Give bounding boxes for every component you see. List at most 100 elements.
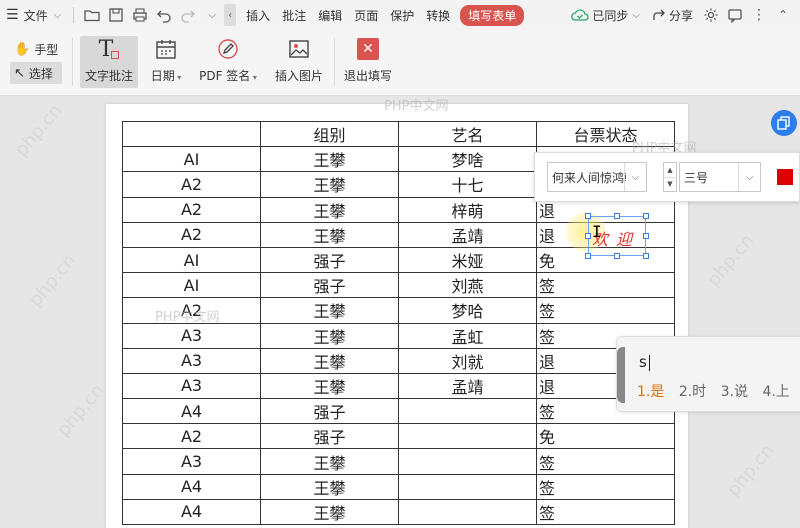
tab-annotate[interactable]: 批注 [276, 0, 312, 30]
group-code-cell[interactable]: A2 [122, 171, 261, 198]
stage-name-cell[interactable]: 十七 [398, 171, 537, 198]
floating-toolbox-button[interactable] [771, 110, 797, 136]
group-code-cell[interactable]: AI [122, 246, 261, 274]
hand-tool-button[interactable]: ✋ 手型 [10, 38, 62, 60]
group-cell[interactable]: 强子 [260, 423, 399, 450]
tab-protect[interactable]: 保护 [384, 0, 420, 30]
save-button[interactable] [105, 4, 127, 26]
file-menu-label: 文件 [23, 8, 48, 23]
font-size-select[interactable]: 三号 ⌵ [679, 162, 761, 192]
ime-candidate[interactable]: 3.说 [721, 384, 748, 400]
group-code-cell[interactable]: AI [122, 272, 261, 299]
collapse-button[interactable]: ‹ [224, 4, 237, 26]
ticket-status-cell[interactable]: 签 [536, 448, 675, 475]
resize-handle[interactable] [585, 233, 591, 239]
resize-handle[interactable] [643, 253, 649, 259]
group-cell[interactable]: 强子 [260, 246, 399, 274]
group-code-cell[interactable]: A3 [122, 347, 261, 374]
group-cell[interactable]: 王攀 [260, 171, 399, 198]
group-cell[interactable]: 王攀 [260, 473, 399, 500]
stage-name-cell[interactable] [398, 498, 537, 526]
pdf-sign-button[interactable]: PDF 签名 ▾ [196, 36, 260, 88]
group-cell[interactable]: 王攀 [260, 297, 399, 324]
tab-edit[interactable]: 编辑 [312, 0, 348, 30]
triangle-up-icon[interactable]: ▲ [664, 163, 676, 178]
group-code-cell[interactable]: A4 [122, 498, 261, 526]
stage-name-cell[interactable] [398, 398, 537, 425]
group-code-cell[interactable]: AI [122, 146, 261, 173]
group-code-cell[interactable]: A2 [122, 423, 261, 450]
group-cell[interactable]: 强子 [260, 398, 399, 425]
redo-button[interactable] [177, 4, 199, 26]
ticket-status-cell[interactable]: 签 [536, 272, 675, 299]
group-cell[interactable]: 王攀 [260, 196, 399, 223]
resize-handle[interactable] [643, 233, 649, 239]
stage-name-cell[interactable]: 刘燕 [398, 272, 537, 299]
group-cell[interactable]: 王攀 [260, 221, 399, 248]
ticket-status-cell[interactable]: 免 [536, 423, 675, 450]
stage-name-cell[interactable] [398, 473, 537, 500]
resize-handle[interactable] [643, 213, 649, 219]
tab-fill-form[interactable]: 填写表单 [460, 4, 525, 26]
group-cell[interactable]: 王攀 [260, 498, 399, 526]
settings-button[interactable] [700, 4, 722, 26]
stage-name-cell[interactable]: 孟靖 [398, 372, 537, 400]
tab-convert[interactable]: 转换 [420, 0, 456, 30]
share-button[interactable]: 分享 [646, 0, 699, 30]
ticket-status-cell[interactable]: 签 [536, 473, 675, 500]
open-folder-button[interactable] [81, 4, 103, 26]
text-annotation-button[interactable]: T 文字批注 [80, 36, 138, 88]
more-button[interactable]: ⋮ [748, 4, 770, 26]
date-button[interactable]: 日期 ▾ [146, 36, 186, 88]
stage-name-cell[interactable]: 梦啥 [398, 146, 537, 173]
quick-access-more-button[interactable]: ⌵ [201, 4, 223, 26]
exit-fill-button[interactable]: ✕ 退出填写 [340, 36, 396, 88]
group-cell[interactable]: 王攀 [260, 322, 399, 349]
ribbon-collapse-button[interactable]: ⌃ [772, 4, 794, 26]
stage-name-cell[interactable] [398, 448, 537, 475]
stage-name-cell[interactable]: 梦哈 [398, 297, 537, 324]
print-button[interactable] [129, 4, 151, 26]
font-color-swatch[interactable] [777, 169, 793, 185]
ticket-status-cell[interactable]: 签 [536, 297, 675, 324]
stage-name-cell[interactable]: 刘就 [398, 347, 537, 374]
ticket-status-cell[interactable]: 签 [536, 498, 675, 526]
font-family-select[interactable]: 何来人间惊鸿韩 ⌵ [547, 162, 647, 192]
group-code-cell[interactable]: A3 [122, 448, 261, 475]
group-code-cell[interactable]: A4 [122, 398, 261, 425]
feedback-button[interactable] [724, 4, 746, 26]
triangle-down-icon[interactable]: ▼ [664, 178, 676, 192]
font-size-stepper[interactable]: ▲ ▼ [663, 162, 677, 192]
group-code-cell[interactable]: A3 [122, 372, 261, 400]
stage-name-cell[interactable]: 孟靖 [398, 221, 537, 248]
stage-name-cell[interactable]: 孟虹 [398, 322, 537, 349]
resize-handle[interactable] [614, 213, 620, 219]
group-cell[interactable]: 王攀 [260, 347, 399, 374]
stage-name-cell[interactable] [398, 423, 537, 450]
file-menu[interactable]: ☰ 文件 ⌵ [0, 0, 67, 30]
resize-handle[interactable] [585, 213, 591, 219]
stage-name-cell[interactable]: 梓萌 [398, 196, 537, 223]
group-cell[interactable]: 强子 [260, 272, 399, 299]
resize-handle[interactable] [585, 253, 591, 259]
ime-candidate[interactable]: 4.上 [762, 384, 789, 400]
tab-insert[interactable]: 插入 [240, 0, 276, 30]
group-code-cell[interactable]: A2 [122, 196, 261, 223]
group-code-cell[interactable]: A2 [122, 297, 261, 324]
ime-drag-handle[interactable] [617, 347, 625, 403]
group-code-cell[interactable]: A4 [122, 473, 261, 500]
resize-handle[interactable] [614, 253, 620, 259]
select-tool-button[interactable]: ↖ 选择 [10, 62, 63, 84]
stage-name-cell[interactable]: 米娅 [398, 246, 537, 274]
group-cell[interactable]: 王攀 [260, 146, 399, 173]
undo-button[interactable] [153, 4, 175, 26]
insert-image-button[interactable]: 插入图片 [272, 36, 326, 88]
sync-status[interactable]: 已同步 ⌵ [565, 0, 646, 30]
group-code-cell[interactable]: A2 [122, 221, 261, 248]
group-code-cell[interactable]: A3 [122, 322, 261, 349]
ime-candidate[interactable]: 1.是 [637, 384, 664, 400]
group-cell[interactable]: 王攀 [260, 448, 399, 475]
ime-candidate[interactable]: 2.时 [679, 384, 706, 400]
tab-page[interactable]: 页面 [348, 0, 384, 30]
group-cell[interactable]: 王攀 [260, 372, 399, 400]
